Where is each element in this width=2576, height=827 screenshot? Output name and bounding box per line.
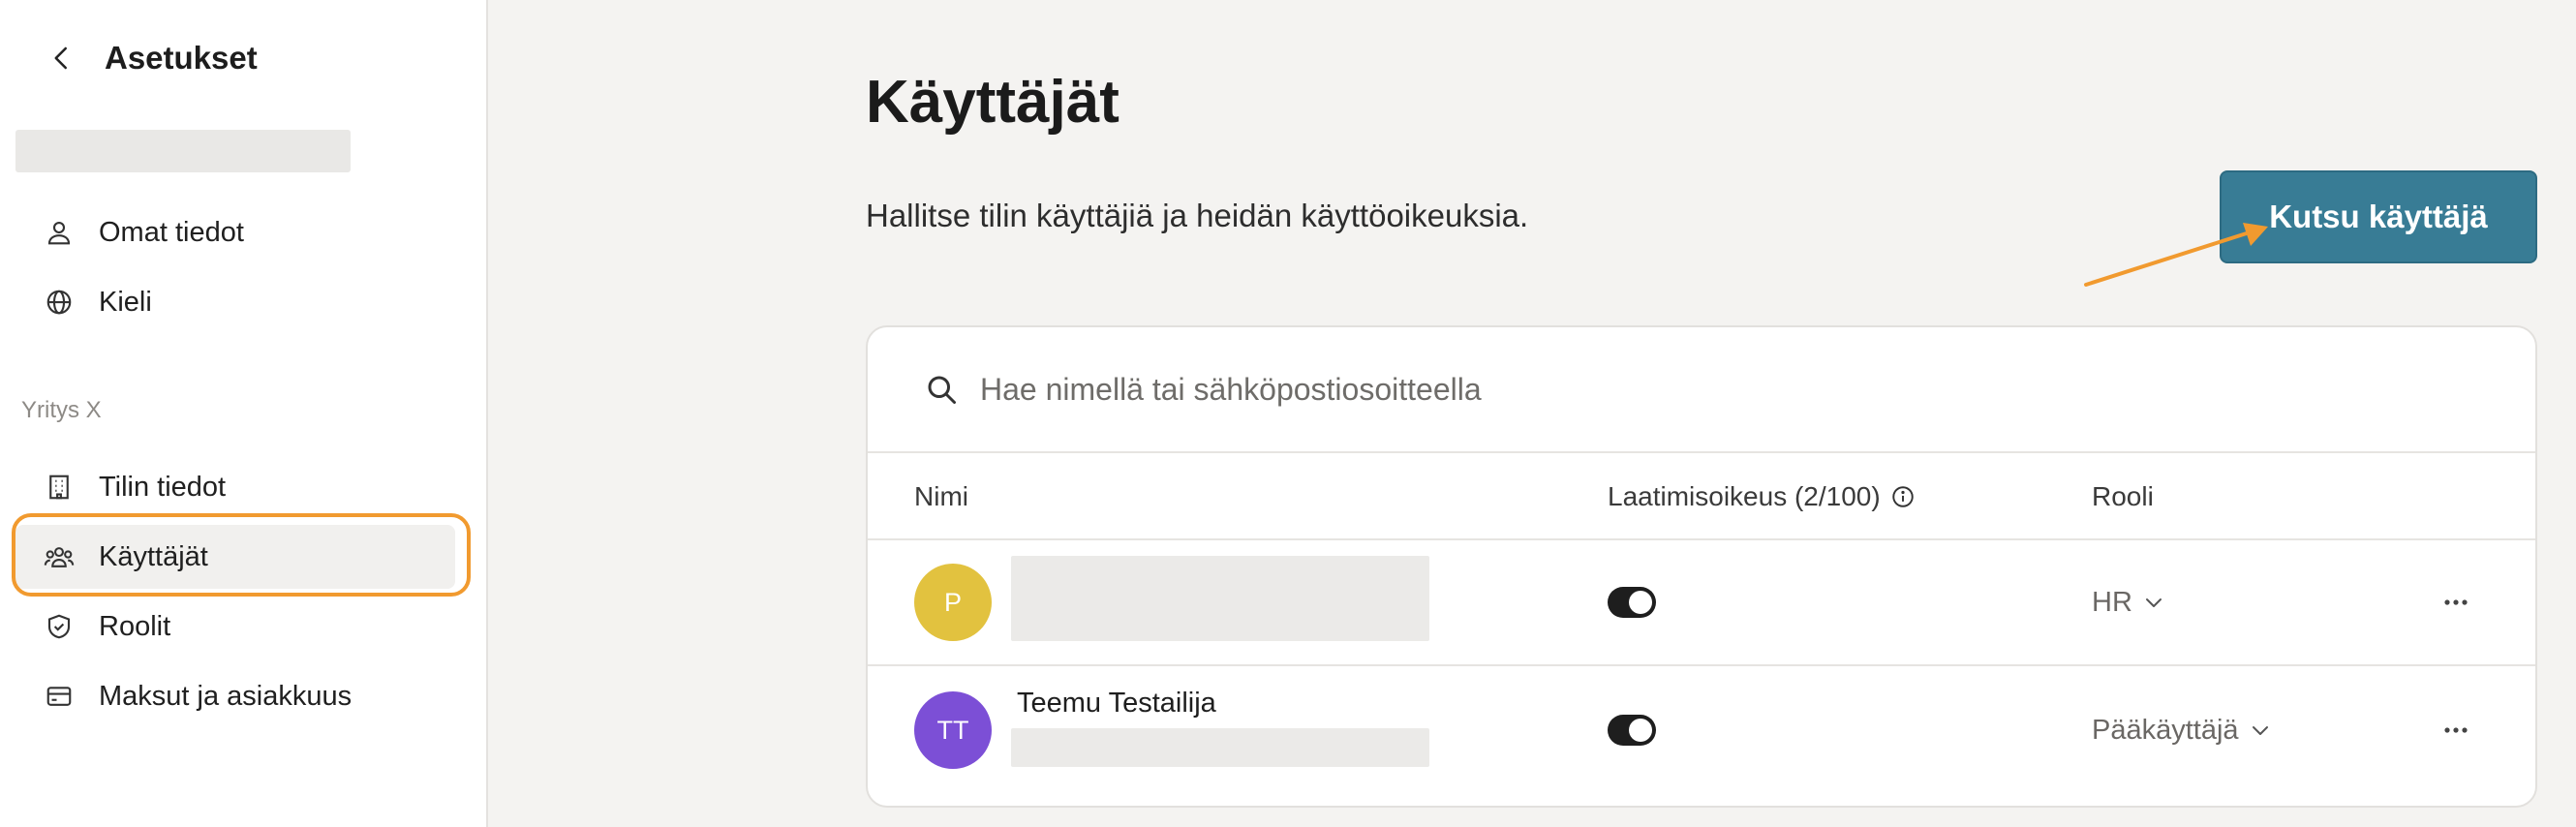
role-value: HR — [2092, 586, 2132, 618]
table-header: Nimi Laatimisoikeus (2/100) Rooli — [868, 453, 2535, 540]
chevron-left-icon — [54, 46, 67, 70]
company-section-label: Yritys X — [21, 397, 102, 423]
role-dropdown[interactable]: Pääkäyttäjä — [2092, 711, 2272, 750]
info-icon[interactable] — [1890, 484, 1916, 509]
more-options-icon[interactable] — [2435, 711, 2477, 750]
drafting-toggle[interactable] — [1608, 715, 1656, 746]
sidebar-item-label: Tilin tiedot — [99, 471, 227, 503]
column-header-role[interactable]: Rooli — [2092, 453, 2154, 540]
sidebar-item-tilin-tiedot[interactable]: Tilin tiedot — [15, 455, 455, 519]
role-dropdown[interactable]: HR — [2092, 583, 2165, 622]
credit-card-icon — [43, 680, 76, 713]
avatar: P — [914, 564, 992, 641]
toggle-knob — [1629, 591, 1652, 614]
page-title: Käyttäjät — [866, 69, 1119, 136]
sidebar-title: Asetukset — [105, 40, 258, 76]
role-value: Pääkäyttäjä — [2092, 714, 2239, 746]
column-header-drafting-label: Laatimisoikeus (2/100) — [1608, 481, 1881, 511]
sidebar-item-label: Omat tiedot — [99, 216, 244, 248]
back-button[interactable] — [39, 35, 85, 81]
account-name-placeholder — [15, 130, 351, 172]
user-name-placeholder — [1011, 556, 1429, 641]
search-bar — [868, 327, 2535, 453]
chevron-down-icon — [2249, 719, 2272, 742]
building-icon — [43, 471, 76, 504]
table-row: P HR — [868, 540, 2535, 666]
sidebar-item-label: Kieli — [99, 286, 152, 318]
toggle-knob — [1629, 719, 1652, 742]
sidebar-item-kieli[interactable]: Kieli — [15, 270, 455, 334]
chevron-down-icon — [2142, 591, 2165, 614]
avatar: TT — [914, 691, 992, 769]
sidebar-item-label: Roolit — [99, 610, 171, 642]
drafting-toggle[interactable] — [1608, 587, 1656, 618]
more-options-icon[interactable] — [2435, 583, 2477, 622]
sidebar-item-label: Maksut ja asiakkuus — [99, 680, 353, 712]
sidebar-header: Asetukset — [39, 35, 258, 81]
sidebar-item-roolit[interactable]: Roolit — [15, 595, 455, 659]
users-table-card: Nimi Laatimisoikeus (2/100) Rooli P HR T… — [866, 325, 2537, 808]
user-icon — [43, 216, 76, 249]
table-row: TT Teemu Testailija Pääkäyttäjä — [868, 668, 2535, 794]
settings-sidebar: Asetukset Omat tiedot Kieli Yritys X Til… — [0, 0, 488, 827]
shield-icon — [43, 610, 76, 643]
search-input[interactable] — [980, 371, 2336, 408]
globe-icon — [43, 286, 76, 319]
user-email-placeholder — [1011, 728, 1429, 767]
sidebar-item-maksut[interactable]: Maksut ja asiakkuus — [15, 664, 455, 728]
search-icon — [922, 370, 961, 409]
page-subtitle: Hallitse tilin käyttäjiä ja heidän käytt… — [866, 198, 1529, 233]
column-header-name[interactable]: Nimi — [914, 453, 968, 540]
user-name: Teemu Testailija — [1017, 688, 1216, 719]
sidebar-item-omat-tiedot[interactable]: Omat tiedot — [15, 200, 455, 264]
arrow-annotation-icon — [2084, 223, 2268, 287]
highlight-annotation — [12, 513, 471, 597]
column-header-drafting: Laatimisoikeus (2/100) — [1608, 453, 1916, 540]
